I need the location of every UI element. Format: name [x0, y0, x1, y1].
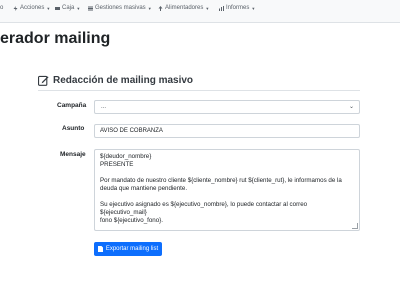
mensaje-line: deuda que mantiene pendiente. — [100, 185, 188, 192]
nav-item-label: Gestiones masivas — [95, 5, 146, 11]
export-button-label: Exportar mailing list — [105, 246, 159, 252]
campana-select[interactable]: ... ⌄ — [94, 100, 360, 114]
upload-icon — [158, 5, 163, 11]
cash-icon — [55, 6, 60, 10]
mensaje-textarea[interactable]: ${deudor_nombre} PRESENTE Por mandato de… — [94, 149, 360, 231]
chevron-down-icon: ▼ — [205, 5, 210, 11]
asunto-value: AVISO DE COBRANZA — [100, 128, 163, 134]
divider — [38, 90, 360, 91]
chevron-down-icon: ▼ — [251, 5, 256, 11]
mensaje-line: fono ${ejecutivo_fono}. — [100, 217, 163, 224]
page-title: erador mailing — [0, 30, 111, 47]
mensaje-line: PRESENTE — [100, 161, 134, 168]
edit-icon — [38, 75, 49, 86]
top-navbar: o Acciones ▼ Caja ▼ Gestiones masivas ▼ … — [0, 0, 400, 23]
asunto-label: Asunto — [62, 125, 85, 132]
nav-item-home[interactable]: o — [0, 5, 3, 11]
nav-item-label: Caja — [62, 5, 75, 11]
nav-item-label: o — [0, 5, 4, 11]
campana-label: Campaña — [57, 102, 87, 109]
nav-item-caja[interactable]: Caja ▼ — [55, 5, 80, 11]
chevron-down-icon: ▼ — [46, 5, 51, 11]
nav-item-informes[interactable]: Informes ▼ — [219, 5, 255, 11]
chart-icon — [219, 5, 224, 11]
export-mailing-list-button[interactable]: Exportar mailing list — [94, 242, 162, 256]
campana-selected-value: ... — [101, 104, 107, 110]
resize-handle[interactable] — [352, 223, 358, 229]
nav-item-label: Informes — [226, 5, 250, 11]
mensaje-line: Por mandato de nuestro cliente ${cliente… — [100, 177, 342, 184]
mensaje-label: Mensaje — [60, 151, 86, 158]
nav-item-gestiones-masivas[interactable]: Gestiones masivas ▼ — [88, 5, 152, 11]
list-icon — [88, 6, 93, 10]
file-icon — [97, 246, 103, 252]
chevron-down-icon: ▼ — [76, 5, 81, 11]
nav-item-label: Acciones — [20, 5, 45, 11]
chevron-down-icon: ▼ — [147, 5, 152, 11]
asunto-input[interactable]: AVISO DE COBRANZA — [94, 124, 360, 138]
mensaje-line: Su ejecutivo asignado es ${ejecutivo_nom… — [100, 201, 308, 216]
bolt-icon — [13, 5, 18, 11]
section-title: Redacción de mailing masivo — [53, 75, 194, 86]
mensaje-line: ${deudor_nombre} — [100, 153, 152, 160]
chevron-down-icon: ⌄ — [348, 104, 354, 110]
nav-item-alimentadores[interactable]: Alimentadores ▼ — [158, 5, 209, 11]
nav-item-acciones[interactable]: Acciones ▼ — [13, 5, 50, 11]
nav-item-label: Alimentadores — [165, 5, 204, 11]
section-header: Redacción de mailing masivo — [38, 75, 193, 86]
